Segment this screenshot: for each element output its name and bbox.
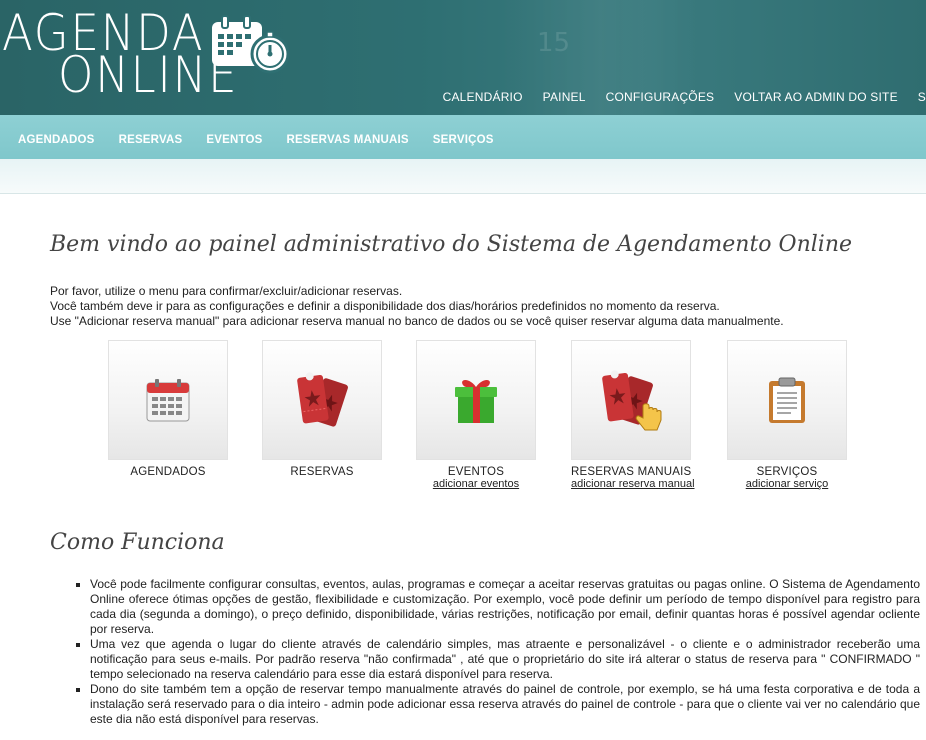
subnav-reservas-manuais[interactable]: RESERVAS MANUAIS <box>287 134 409 146</box>
secondary-navigation: AGENDADOS RESERVAS EVENTOS RESERVAS MANU… <box>0 115 926 159</box>
how-it-works-list: Você pode facilmente configurar consulta… <box>72 577 920 727</box>
tile-reservas[interactable]: RESERVAS <box>262 340 382 478</box>
tile-eventos-box[interactable] <box>416 340 536 460</box>
tile-agendados[interactable]: AGENDADOS <box>108 340 228 478</box>
list-item: Uma vez que agenda o lugar do cliente at… <box>90 637 920 682</box>
intro-line: Por favor, utilize o menu para confirmar… <box>50 284 403 298</box>
tile-agendados-label[interactable]: AGENDADOS <box>108 466 228 478</box>
top-navigation: CALENDÁRIO PAINEL CONFIGURAÇÕES VOLTAR A… <box>443 90 926 106</box>
tile-servicos-box[interactable] <box>727 340 847 460</box>
subnav-eventos[interactable]: EVENTOS <box>206 134 262 146</box>
dashboard-tiles: AGENDADOS RESERVAS EVENTOS adicionar eve… <box>0 340 926 500</box>
header-decoration-number: 15 <box>537 28 571 58</box>
tile-reservas-manuais-box[interactable] <box>571 340 691 460</box>
top-nav-voltar-admin[interactable]: VOLTAR AO ADMIN DO SITE <box>734 90 898 106</box>
top-nav-overflow-item[interactable]: S <box>918 90 926 106</box>
intro-text: Por favor, utilize o menu para confirmar… <box>50 284 784 329</box>
calendar-clock-logo-icon[interactable] <box>210 14 292 76</box>
calendar-icon <box>146 379 190 422</box>
top-nav-calendario[interactable]: CALENDÁRIO <box>443 90 523 106</box>
tile-eventos-label[interactable]: EVENTOS <box>416 466 536 478</box>
tickets-icon <box>297 372 348 427</box>
clipboard-icon <box>769 377 805 423</box>
list-item: Você pode facilmente configurar consulta… <box>90 577 920 637</box>
header: 15 AGENDA ONLINE CALENDÁRIO PAINEL CONFI… <box>0 0 926 115</box>
tile-reservas-box[interactable] <box>262 340 382 460</box>
top-nav-configuracoes[interactable]: CONFIGURAÇÕES <box>606 90 715 106</box>
gift-icon <box>455 380 497 423</box>
top-nav-painel[interactable]: PAINEL <box>543 90 586 106</box>
tile-agendados-box[interactable] <box>108 340 228 460</box>
tile-reservas-manuais[interactable]: RESERVAS MANUAIS adicionar reserva manua… <box>571 340 695 490</box>
adicionar-eventos-link[interactable]: adicionar eventos <box>416 478 536 490</box>
adicionar-reserva-manual-link[interactable]: adicionar reserva manual <box>571 478 695 490</box>
tile-eventos[interactable]: EVENTOS adicionar eventos <box>416 340 536 490</box>
tile-reservas-label[interactable]: RESERVAS <box>262 466 382 478</box>
header-strip <box>0 159 926 194</box>
intro-line: Use "Adicionar reserva manual" para adic… <box>50 314 784 328</box>
tickets-hand-icon <box>602 370 662 431</box>
welcome-title: Bem vindo ao painel administrativo do Si… <box>50 232 853 257</box>
intro-line: Você também deve ir para as configuraçõe… <box>50 299 720 313</box>
adicionar-servico-link[interactable]: adicionar serviço <box>727 478 847 490</box>
tile-servicos[interactable]: SERVIÇOS adicionar serviço <box>727 340 847 490</box>
subnav-servicos[interactable]: SERVIÇOS <box>433 134 494 146</box>
subnav-agendados[interactable]: AGENDADOS <box>18 134 95 146</box>
subnav-reservas[interactable]: RESERVAS <box>119 134 183 146</box>
list-item: Dono do site também tem a opção de reser… <box>90 682 920 727</box>
tile-reservas-manuais-label[interactable]: RESERVAS MANUAIS <box>571 466 691 478</box>
tile-servicos-label[interactable]: SERVIÇOS <box>727 466 847 478</box>
how-it-works-title: Como Funciona <box>50 530 225 555</box>
